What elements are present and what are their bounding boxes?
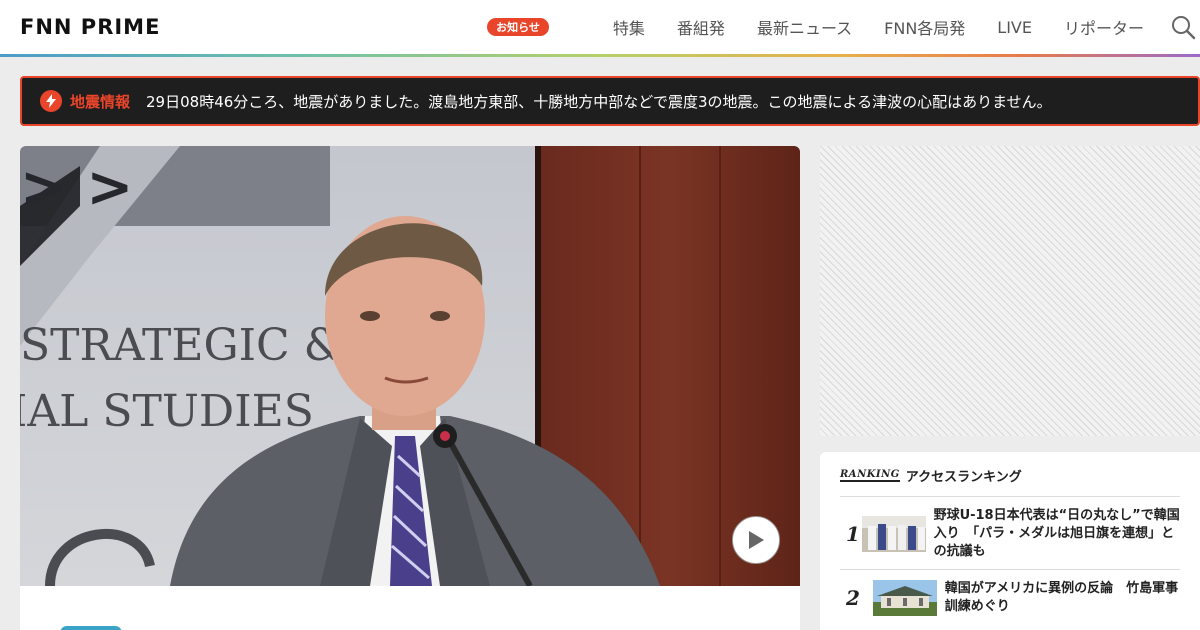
earthquake-alert-banner[interactable]: 地震情報 29日08時46分ころ、地震がありました。渡島地方東部、十勝地方中部な… — [20, 76, 1200, 126]
rank-number: 2 — [846, 586, 860, 610]
ranking-title: アクセスランキング — [905, 470, 1022, 485]
ranking-item-text: 野球U-18日本代表は“日の丸なし”で韓国入り 「パラ・メダルは旭日旗を連想」と… — [933, 508, 1180, 559]
ranking-thumbnail — [872, 580, 937, 616]
lightning-icon — [40, 90, 62, 112]
backdrop-text-line-1: STRATEGIC & — [20, 320, 343, 371]
header-gradient-line — [0, 54, 1200, 57]
backdrop-text-line-2: IAL STUDIES — [20, 386, 314, 437]
ranking-item[interactable]: 2 韓国がアメリカに異例の反論 竹島軍事訓練めぐり — [840, 569, 1180, 624]
logo-text: FNN PRIME — [20, 15, 161, 39]
search-icon[interactable] — [1170, 14, 1196, 40]
video-frame-image: > > STRATEGIC & IAL STUDIES — [20, 146, 800, 586]
site-header: FNN PRIME お知らせ 特集 番組発 最新ニュース FNN各局発 LIVE… — [0, 0, 1200, 54]
notice-badge[interactable]: お知らせ — [487, 18, 549, 36]
nav-item-features[interactable]: 特集 — [613, 15, 645, 39]
play-button[interactable] — [732, 516, 780, 564]
ranking-en-label: RANKING — [840, 469, 900, 482]
rank-number: 1 — [846, 522, 860, 546]
main-nav: お知らせ 特集 番組発 最新ニュース FNN各局発 LIVE リポーター — [487, 0, 1144, 54]
nav-item-fnn-stations[interactable]: FNN各局発 — [884, 15, 965, 39]
nav-item-latest-news[interactable]: 最新ニュース — [757, 15, 852, 39]
category-tag[interactable] — [60, 626, 122, 630]
featured-video[interactable]: > > STRATEGIC & IAL STUDIES — [20, 146, 800, 586]
nav-item-programs[interactable]: 番組発 — [677, 15, 725, 39]
article-card[interactable] — [20, 586, 800, 630]
fnn-prime-logo[interactable]: FNN PRIME — [20, 15, 160, 39]
ranking-list: 1 野球U-18日本代表は“日の丸なし”で韓国入り 「パラ・メダルは旭日旗を連想… — [840, 496, 1180, 624]
ranking-header: RANKING アクセスランキング — [840, 466, 1022, 485]
alert-text: 29日08時46分ころ、地震がありました。渡島地方東部、十勝地方中部などで震度3… — [146, 92, 1052, 111]
nav-item-reporter[interactable]: リポーター — [1064, 15, 1144, 39]
ranking-item-text: 韓国がアメリカに異例の反論 竹島軍事訓練めぐり — [944, 581, 1179, 614]
alert-label: 地震情報 — [70, 92, 131, 111]
nav-item-live[interactable]: LIVE — [997, 18, 1032, 37]
ranking-thumbnail — [861, 516, 926, 552]
advertisement-area[interactable] — [820, 146, 1200, 436]
play-icon — [749, 531, 764, 549]
ranking-panel: RANKING アクセスランキング 1 野球U-18日本代表は“日の丸なし”で韓… — [820, 452, 1200, 630]
ranking-item[interactable]: 1 野球U-18日本代表は“日の丸なし”で韓国入り 「パラ・メダルは旭日旗を連想… — [840, 496, 1180, 569]
svg-text:> >: > > — [20, 155, 133, 220]
